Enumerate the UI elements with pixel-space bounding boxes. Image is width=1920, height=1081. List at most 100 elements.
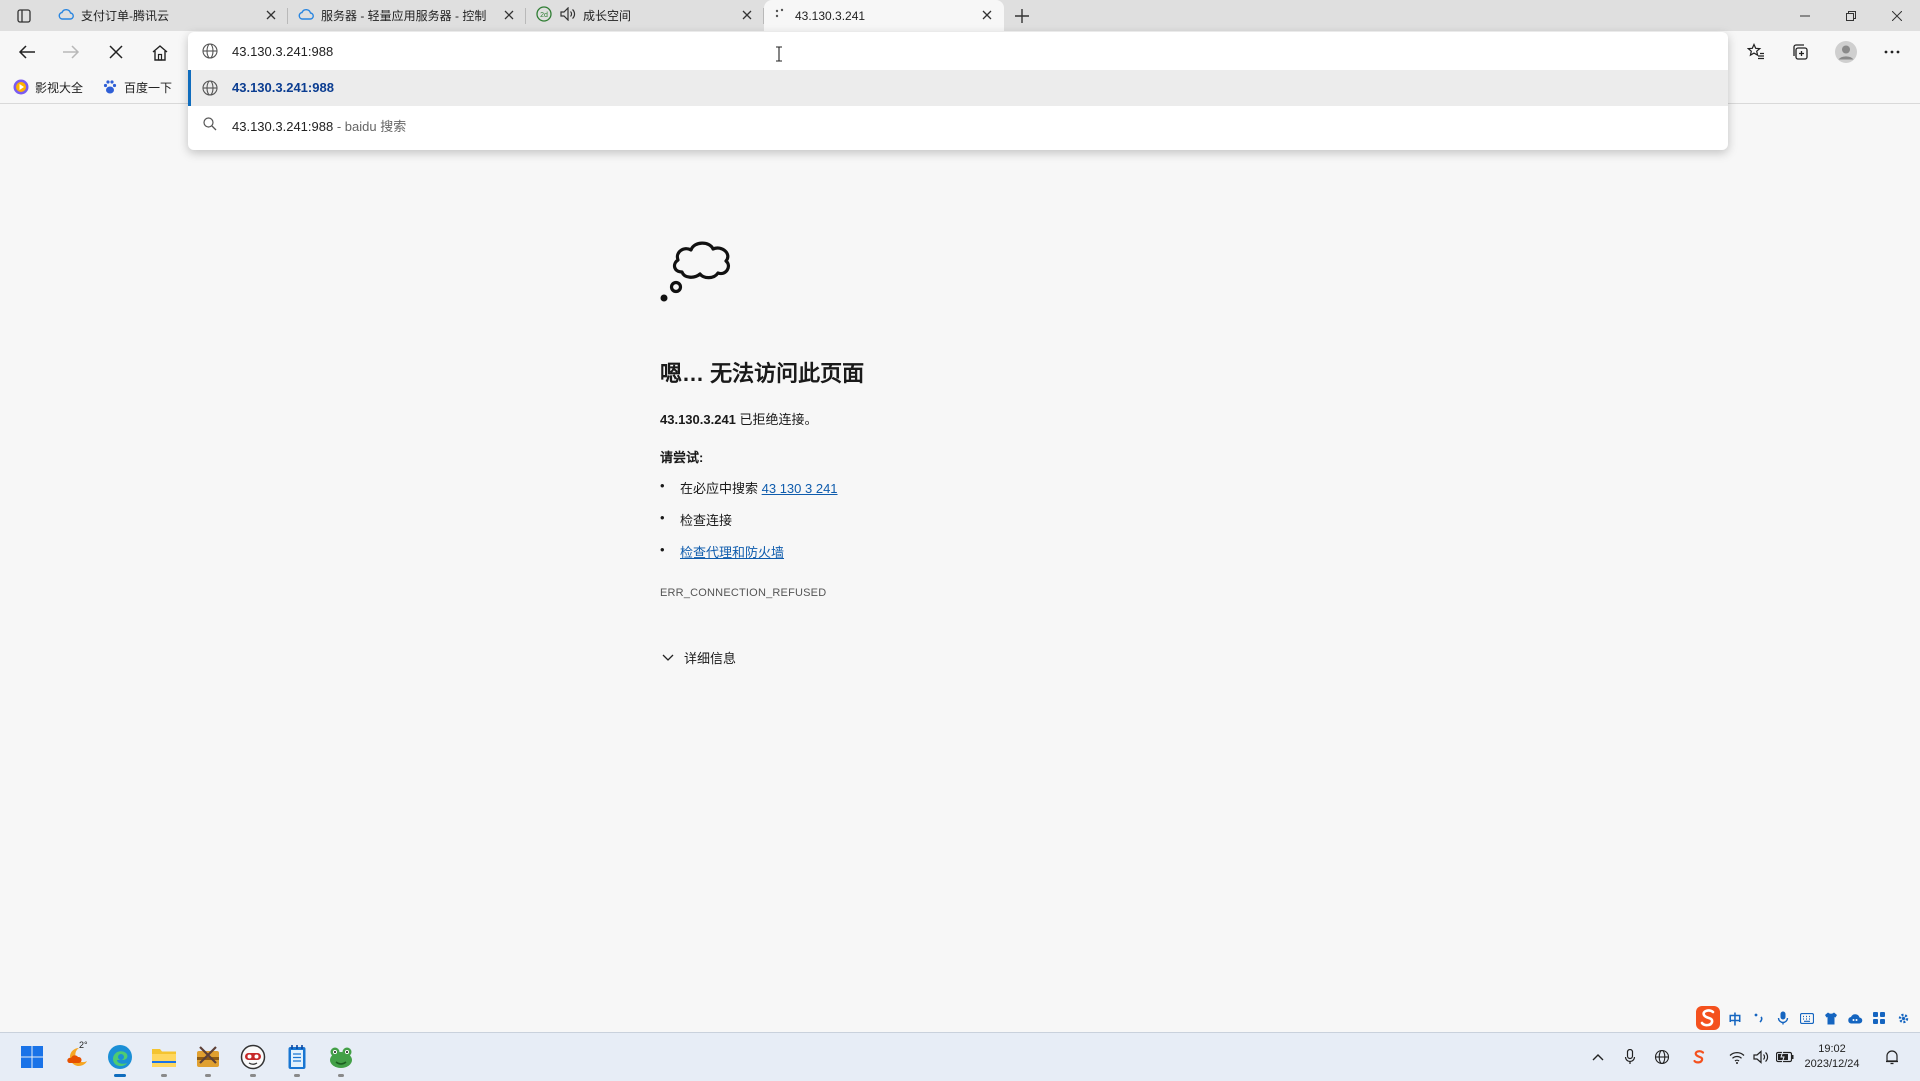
skin-shirt-icon[interactable] — [1819, 1006, 1843, 1030]
network-globe-tray[interactable] — [1652, 1047, 1672, 1067]
microphone-tray[interactable] — [1620, 1047, 1640, 1067]
tab-actions-button[interactable] — [12, 6, 36, 26]
close-window-button[interactable] — [1874, 0, 1920, 31]
tab-ip-address[interactable]: 43.130.3.241 — [764, 0, 1004, 31]
weather-temperature: 2° — [79, 1040, 88, 1050]
sogou-tray[interactable] — [1689, 1047, 1709, 1067]
error-message: 43.130.3.241 已拒绝连接。 — [660, 412, 818, 427]
forward-button[interactable] — [56, 37, 86, 67]
loading-spinner-icon — [774, 7, 788, 24]
tab-server-console[interactable]: 服务器 - 轻量应用服务器 - 控制 — [288, 0, 526, 31]
tab-payment-order[interactable]: 支付订单-腾讯云 — [48, 0, 288, 31]
close-icon[interactable] — [740, 8, 754, 22]
globe-icon — [1654, 1049, 1670, 1065]
notifications-button[interactable] — [1882, 1047, 1902, 1067]
minimize-icon — [1800, 15, 1810, 16]
cloud-service-icon[interactable] — [1843, 1006, 1867, 1030]
address-input[interactable] — [232, 41, 832, 61]
apps-grid-icon[interactable] — [1867, 1006, 1891, 1030]
check-proxy-firewall-link[interactable]: 检查代理和防火墙 — [680, 545, 784, 560]
favorite-item[interactable]: 影视大全 — [13, 77, 83, 97]
tab-title: 43.130.3.241 — [795, 8, 866, 23]
taskbar-frog-app[interactable] — [325, 1041, 357, 1077]
taskbar-tools-app[interactable] — [192, 1041, 224, 1077]
close-icon — [109, 45, 123, 59]
wifi-tray[interactable] — [1727, 1047, 1747, 1067]
details-toggle[interactable]: 详细信息 — [662, 648, 736, 667]
running-indicator — [205, 1074, 211, 1077]
svg-text:2d: 2d — [540, 12, 548, 19]
taskbar-mascot-app[interactable] — [237, 1041, 269, 1077]
chevron-up-icon — [1592, 1054, 1604, 1061]
taskbar: 19:02 2023/12/24 — [0, 1032, 1920, 1081]
close-icon — [1892, 10, 1902, 21]
cloud-icon — [298, 8, 314, 23]
address-bar-dropdown: 43.130.3.241:988 43.130.3.241:988 - baid… — [188, 32, 1728, 150]
running-indicator — [250, 1074, 256, 1077]
search-icon — [202, 116, 218, 137]
settings-more-button[interactable] — [1877, 37, 1907, 67]
plus-icon — [1015, 9, 1029, 23]
stop-loading-button[interactable] — [101, 37, 131, 67]
globe-icon — [202, 43, 218, 64]
details-label: 详细信息 — [684, 651, 737, 666]
home-button[interactable] — [145, 37, 175, 67]
favorites-button[interactable] — [1741, 37, 1771, 67]
restore-button[interactable] — [1828, 0, 1874, 31]
notepad-icon — [288, 1045, 306, 1069]
back-button[interactable] — [12, 37, 42, 67]
show-hidden-icons-button[interactable] — [1588, 1047, 1608, 1067]
tab-title: 服务器 - 轻量应用服务器 - 控制 — [321, 9, 487, 23]
running-indicator — [338, 1074, 344, 1077]
edge-browser-icon — [108, 1045, 132, 1069]
suggestions-heading: 请尝试: — [660, 450, 704, 465]
new-tab-button[interactable] — [1010, 4, 1034, 28]
battery-tray[interactable] — [1775, 1047, 1795, 1067]
punctuation-icon[interactable] — [1747, 1006, 1771, 1030]
suggestions-list: 在必应中搜索 43 130 3 241 检查连接 检查代理和防火墙 — [660, 478, 838, 574]
clock-time: 19:02 — [1818, 1043, 1846, 1055]
profile-button[interactable] — [1831, 37, 1861, 67]
keyboard-icon[interactable] — [1795, 1006, 1819, 1030]
robot-face-icon — [240, 1044, 266, 1070]
tab-title: 支付订单-腾讯云 — [81, 9, 169, 23]
tab-growth-space[interactable]: 2d 成长空间 — [526, 0, 764, 31]
close-icon[interactable] — [502, 8, 516, 22]
microphone-icon[interactable] — [1771, 1006, 1795, 1030]
ime-language-toggle[interactable]: 中 — [1723, 1006, 1747, 1030]
address-bar[interactable] — [188, 32, 1728, 70]
list-item: 在必应中搜索 43 130 3 241 — [660, 478, 838, 510]
favorite-item[interactable]: 百度一下 — [102, 77, 172, 97]
close-icon[interactable] — [264, 8, 278, 22]
sogou-logo-icon[interactable] — [1693, 1006, 1723, 1030]
video-app-icon — [13, 79, 29, 95]
audio-speaker-icon[interactable] — [560, 6, 576, 24]
tab-title: 成长空间 — [583, 9, 632, 23]
running-indicator — [114, 1074, 126, 1077]
suggestion-navigate[interactable]: 43.130.3.241:988 — [188, 70, 1728, 106]
favorites-star-icon — [1747, 43, 1764, 60]
taskbar-edge[interactable] — [104, 1041, 136, 1077]
gear-icon[interactable] — [1891, 1006, 1915, 1030]
close-icon[interactable] — [980, 8, 994, 22]
collections-icon — [1793, 44, 1808, 60]
suggestion-search[interactable]: 43.130.3.241:988 - baidu 搜索 — [188, 106, 1728, 142]
taskbar-notepad[interactable] — [281, 1041, 313, 1077]
system-clock[interactable]: 19:02 2023/12/24 — [1800, 1042, 1864, 1072]
weather-widget[interactable] — [62, 1041, 94, 1073]
minimize-button[interactable] — [1782, 0, 1828, 31]
favorite-label: 百度一下 — [124, 80, 173, 95]
frog-icon — [330, 1047, 352, 1068]
sogou-s-icon — [1693, 1050, 1705, 1064]
globe-icon — [202, 80, 218, 101]
bing-search-link[interactable]: 43 130 3 241 — [762, 481, 838, 496]
text-cursor-icon — [775, 46, 783, 67]
start-button[interactable] — [16, 1041, 48, 1073]
error-code: ERR_CONNECTION_REFUSED — [660, 587, 827, 599]
volume-tray[interactable] — [1751, 1047, 1771, 1067]
collections-button[interactable] — [1785, 37, 1815, 67]
favorite-label: 影视大全 — [35, 80, 84, 95]
thought-cloud-icon — [660, 230, 736, 311]
taskbar-file-explorer[interactable] — [148, 1041, 180, 1077]
page-title: 嗯… 无法访问此页面 — [660, 361, 865, 386]
